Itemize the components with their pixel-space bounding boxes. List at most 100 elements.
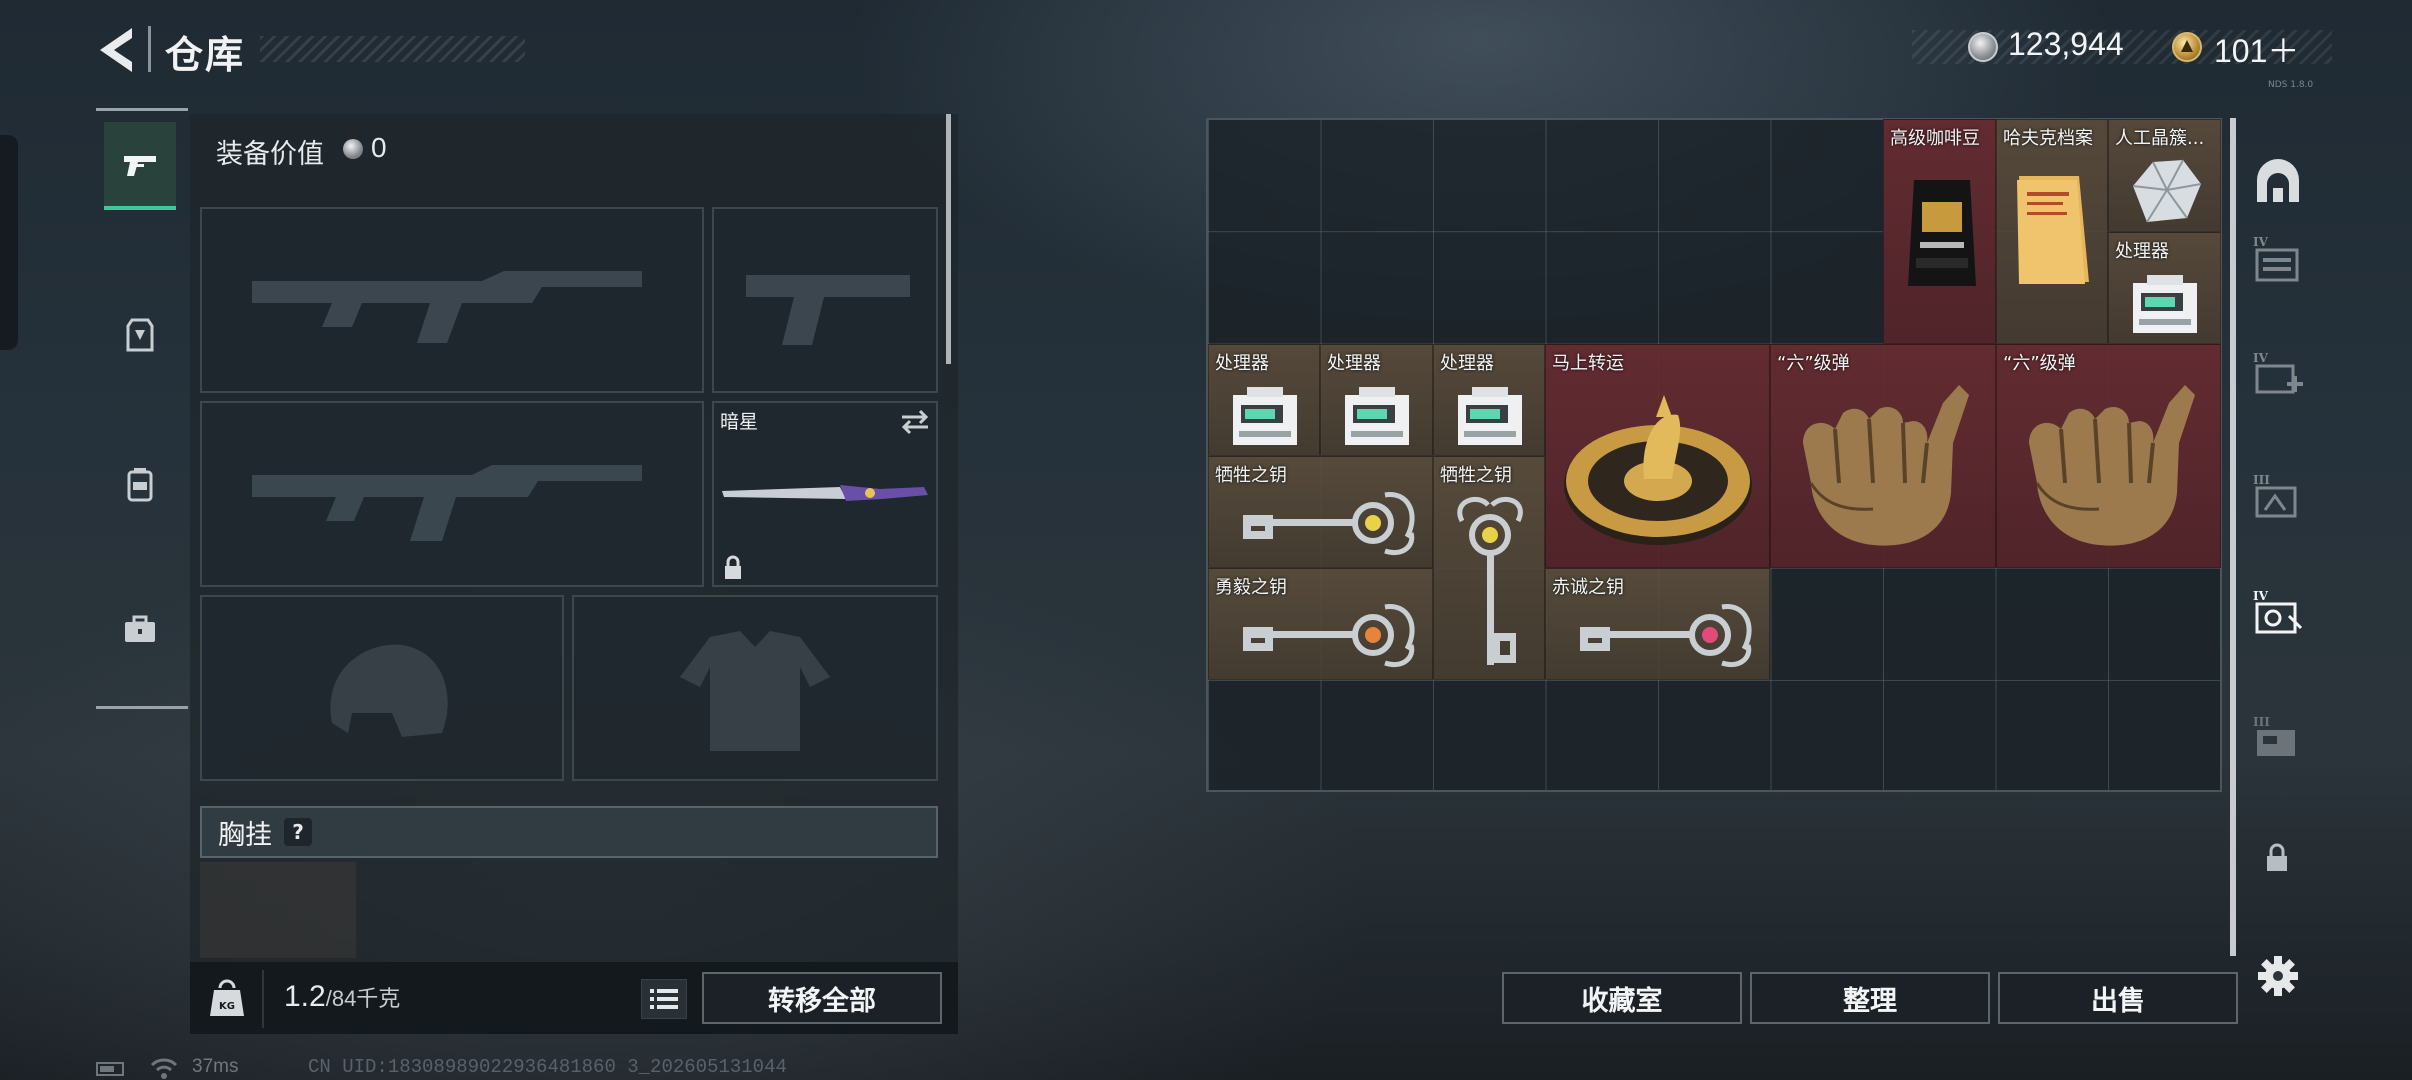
title-separator [148, 26, 151, 72]
dome-icon [2257, 159, 2299, 202]
gold-balance[interactable]: 101＋ [2214, 26, 2299, 72]
silver-coin-icon [1968, 32, 1998, 62]
transfer-all-button[interactable]: 转移全部 [702, 972, 942, 1024]
tier-iii-machine-icon: III [2253, 715, 2295, 756]
item-name: “六”级弹 [2003, 353, 2076, 374]
item-name: 哈夫克档案 [2003, 128, 2093, 149]
weight-separator [262, 970, 264, 1028]
item-name: 处理器 [1215, 353, 1269, 374]
inventory-item[interactable]: 高级咖啡豆 [1883, 119, 1996, 344]
folder-icon [2017, 176, 2089, 284]
key-icon [1457, 496, 1523, 665]
tab-machine-iii[interactable]: III [2244, 704, 2312, 774]
helmet-silhouette-icon [330, 644, 448, 737]
edge-drawer-handle[interactable] [0, 135, 18, 350]
sell-button[interactable]: 出售 [1998, 972, 2238, 1024]
horse-disc-icon [1564, 395, 1752, 545]
item-name: 马上转运 [1552, 353, 1624, 374]
item-name: 牺牲之钥 [1440, 465, 1512, 486]
crystal-icon [2132, 159, 2202, 223]
svg-text:KG: KG [219, 1001, 235, 1012]
inventory-item[interactable]: 人工晶簇... [2108, 119, 2221, 232]
chest-rig-label: 胸挂 [218, 819, 272, 851]
inventory-item[interactable]: 处理器 [2108, 232, 2221, 344]
tab-case[interactable] [104, 586, 176, 674]
silver-coin-icon [343, 139, 363, 159]
body-armor-slot[interactable] [572, 595, 938, 781]
title-decoration [260, 36, 525, 62]
bag-icon [127, 468, 153, 502]
inventory-item[interactable]: 勇毅之钥 [1208, 568, 1433, 680]
swap-icon[interactable] [898, 409, 932, 435]
inventory-scrollbar[interactable] [2230, 118, 2236, 956]
inventory-item[interactable]: 哈夫克档案 [1996, 119, 2108, 344]
sidearm-slot[interactable] [712, 207, 938, 393]
weight-icon: KG [210, 979, 244, 1016]
help-button[interactable]: ? [284, 818, 312, 846]
item-name: 处理器 [1327, 353, 1381, 374]
tier-iv-storage-icon: IV [2253, 235, 2299, 282]
equip-value: 0 [371, 132, 387, 163]
svg-text:IV: IV [2253, 589, 2269, 603]
item-name: 处理器 [2115, 241, 2169, 262]
processor-icon [1233, 387, 1297, 445]
tab-safe-iv[interactable]: IV [2244, 578, 2312, 648]
uid-label: CN UID:18308989022936481860 3_2026051310… [308, 1056, 787, 1078]
ping-label: 37ms [192, 1056, 239, 1077]
processor-icon [1458, 387, 1522, 445]
tab-collection-room[interactable] [2244, 146, 2312, 216]
primary-weapon-slot[interactable] [200, 207, 704, 393]
lock-icon [2267, 843, 2287, 871]
key-icon [1243, 492, 1415, 555]
helmet-slot[interactable] [200, 595, 564, 781]
page-title: 仓库 [165, 33, 246, 77]
chest-rig-header: 胸挂 ? [200, 806, 938, 858]
inventory-item[interactable]: 马上转运 [1545, 344, 1770, 568]
tab-medical-iv[interactable]: IV [2244, 340, 2312, 410]
inventory-item[interactable]: 牺牲之钥 [1208, 456, 1433, 568]
hand-sign-icon [1803, 385, 1969, 546]
carry-weight: 1.2/84千克 [284, 980, 400, 1014]
melee-slot[interactable]: 暗星 [712, 401, 938, 587]
processor-icon [1345, 387, 1409, 445]
silver-balance: 123,944 [2008, 26, 2124, 62]
pistol-silhouette-icon [746, 275, 910, 345]
melee-name: 暗星 [720, 411, 759, 433]
key-icon [1580, 604, 1752, 667]
chest-rig-slot[interactable] [200, 862, 356, 958]
hand-sign-icon [2029, 385, 2195, 546]
carry-weight-max: /84千克 [325, 986, 401, 1011]
tab-backpack[interactable] [104, 440, 176, 528]
loadout-scrollbar[interactable] [946, 114, 951, 364]
inventory-item[interactable]: “六”级弹 [1996, 344, 2221, 568]
rail-divider-top [96, 108, 188, 111]
equip-value-label: 装备价值 [216, 139, 324, 170]
inventory-item[interactable]: 处理器 [1433, 344, 1545, 456]
inventory-item[interactable]: “六”级弹 [1770, 344, 1996, 568]
back-button[interactable] [92, 22, 142, 78]
inventory-item[interactable]: 处理器 [1208, 344, 1320, 456]
tab-weapons[interactable] [104, 122, 176, 210]
item-name: 人工晶簇... [2115, 128, 2205, 149]
collection-room-button[interactable]: 收藏室 [1502, 972, 1742, 1024]
tab-armor[interactable] [104, 292, 176, 380]
knife-icon [722, 485, 928, 501]
item-name: 高级咖啡豆 [1890, 128, 1980, 149]
tab-tier-iii[interactable]: III [2244, 462, 2312, 532]
inventory-item[interactable]: 赤诚之钥 [1545, 568, 1770, 680]
organize-button[interactable]: 整理 [1750, 972, 1990, 1024]
list-view-button[interactable] [641, 979, 687, 1019]
item-name: “六”级弹 [1777, 353, 1850, 374]
briefcase-icon [125, 615, 155, 642]
tab-storage-iv[interactable]: IV [2244, 224, 2312, 294]
pistol-icon [124, 156, 156, 176]
gold-coin-icon [2172, 32, 2202, 62]
rail-divider-bottom [96, 706, 188, 709]
version-label: NDS 1.8.0 [2268, 80, 2314, 90]
battery-icon [96, 1062, 124, 1076]
settings-gear-icon[interactable] [2256, 954, 2300, 998]
inventory-item[interactable]: 牺牲之钥 [1433, 456, 1545, 680]
secondary-weapon-slot[interactable] [200, 401, 704, 587]
vest-icon [126, 318, 154, 352]
inventory-item[interactable]: 处理器 [1320, 344, 1433, 456]
